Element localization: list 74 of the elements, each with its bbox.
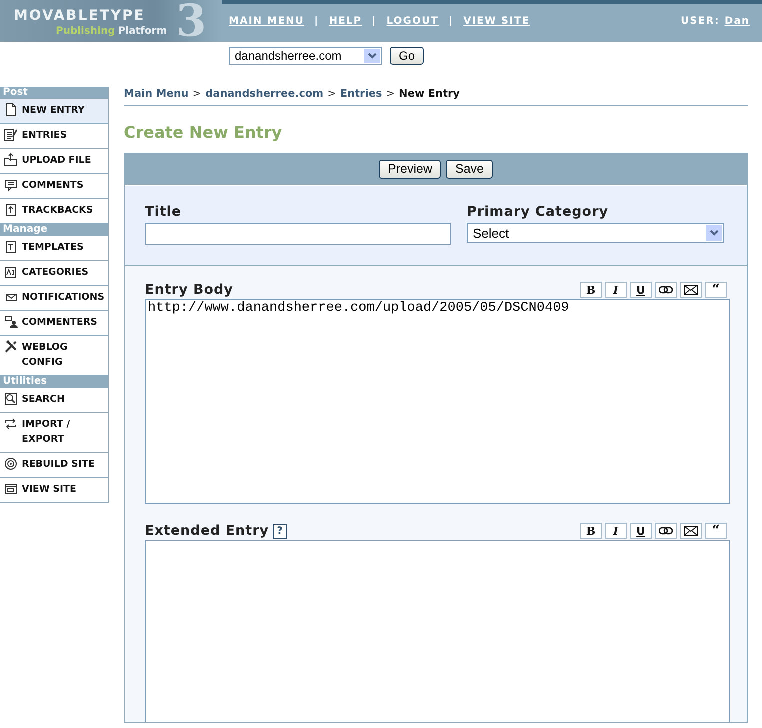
- sidebar-item[interactable]: VIEW SITE: [0, 478, 109, 503]
- logo-version: 3: [176, 0, 207, 47]
- sidebar-item[interactable]: NEW ENTRY: [0, 99, 109, 124]
- window-icon: [4, 482, 18, 496]
- sidebar-item[interactable]: ENTRIES: [0, 124, 109, 149]
- sidebar-item[interactable]: REBUILD SITE: [0, 453, 109, 478]
- user-label: USER:: [680, 16, 720, 26]
- search-icon: [4, 392, 18, 406]
- document-pen-icon: [4, 128, 18, 142]
- italic-button[interactable]: I: [605, 523, 627, 539]
- sidebar-item[interactable]: SEARCH: [0, 388, 109, 413]
- sidebar-item[interactable]: TRACKBACKS: [0, 199, 109, 224]
- breadcrumb-link[interactable]: danandsherree.com: [206, 88, 324, 100]
- folder-upload-icon: [4, 153, 18, 167]
- speech-bubble-icon: [4, 178, 18, 192]
- logo-tagline: Platform: [118, 26, 168, 37]
- breadcrumb-separator: >: [192, 88, 202, 100]
- logo-tagline: Publishing: [56, 26, 116, 37]
- document-letters-icon: [4, 265, 18, 279]
- breadcrumb-link[interactable]: Entries: [340, 88, 382, 100]
- envelope-icon: [684, 526, 698, 536]
- sidebar-item[interactable]: COMMENTERS: [0, 311, 109, 336]
- field-label: Primary Category: [467, 204, 610, 220]
- field-label: Entry Body: [145, 282, 234, 298]
- bold-button[interactable]: B: [580, 523, 602, 539]
- sidebar-item[interactable]: NOTIFICATIONS: [0, 286, 109, 311]
- entry-body-field[interactable]: http://www.danandsherree.com/upload/2005/05/DSCN0409: [145, 299, 730, 504]
- sidebar-item[interactable]: WEBLOG CONFIG: [0, 336, 109, 376]
- title-field[interactable]: [145, 223, 451, 245]
- page-icon: [4, 103, 18, 117]
- link-icon: [659, 527, 673, 535]
- template-icon: [4, 240, 18, 254]
- sidebar-item[interactable]: TEMPLATES: [0, 236, 109, 261]
- logo-wordmark: MOVABLETYPE: [14, 8, 146, 24]
- site-select[interactable]: danandsherree.com: [229, 47, 382, 65]
- underline-button[interactable]: U: [630, 282, 652, 298]
- action-button[interactable]: Save: [446, 160, 493, 178]
- page-title: Create New Entry: [124, 123, 284, 142]
- sidebar-heading: Manage: [0, 224, 109, 236]
- field-label: Title: [145, 204, 183, 220]
- underline-button[interactable]: U: [630, 523, 652, 539]
- quote-button[interactable]: “: [705, 282, 727, 298]
- swap-arrows-icon: [4, 417, 18, 431]
- sidebar-item[interactable]: COMMENTS: [0, 174, 109, 199]
- person-icon: [4, 315, 18, 329]
- sidebar-item[interactable]: UPLOAD FILE: [0, 149, 109, 174]
- nav-separator: |: [448, 16, 454, 26]
- link-button[interactable]: [655, 282, 677, 298]
- breadcrumb-current: New Entry: [399, 88, 460, 100]
- field-label: Extended Entry: [145, 523, 270, 539]
- nav-separator: |: [372, 16, 377, 26]
- nav-separator: |: [314, 16, 320, 26]
- breadcrumb-separator: >: [386, 88, 396, 100]
- email-button[interactable]: [680, 282, 702, 298]
- breadcrumb-link[interactable]: Main Menu: [124, 88, 189, 100]
- sidebar-item[interactable]: CATEGORIES: [0, 261, 109, 286]
- target-icon: [4, 457, 18, 471]
- link-button[interactable]: [655, 523, 677, 539]
- email-button[interactable]: [680, 523, 702, 539]
- action-button[interactable]: Preview: [379, 160, 442, 178]
- go-button[interactable]: Go: [390, 47, 424, 65]
- bold-button[interactable]: B: [580, 282, 602, 298]
- sidebar-heading: Utilities: [0, 376, 109, 388]
- sidebar-item[interactable]: IMPORT / EXPORT: [0, 413, 109, 453]
- quote-button[interactable]: “: [705, 523, 727, 539]
- tools-icon: [4, 340, 18, 354]
- category-select[interactable]: Select: [467, 223, 724, 243]
- breadcrumb-separator: >: [328, 88, 336, 100]
- link-icon: [659, 286, 673, 294]
- envelope-icon: [684, 285, 698, 295]
- sidebar-heading: Post: [0, 87, 109, 99]
- italic-button[interactable]: I: [605, 282, 627, 298]
- help-link[interactable]: ?: [273, 524, 287, 538]
- extended-entry-field[interactable]: [145, 540, 730, 722]
